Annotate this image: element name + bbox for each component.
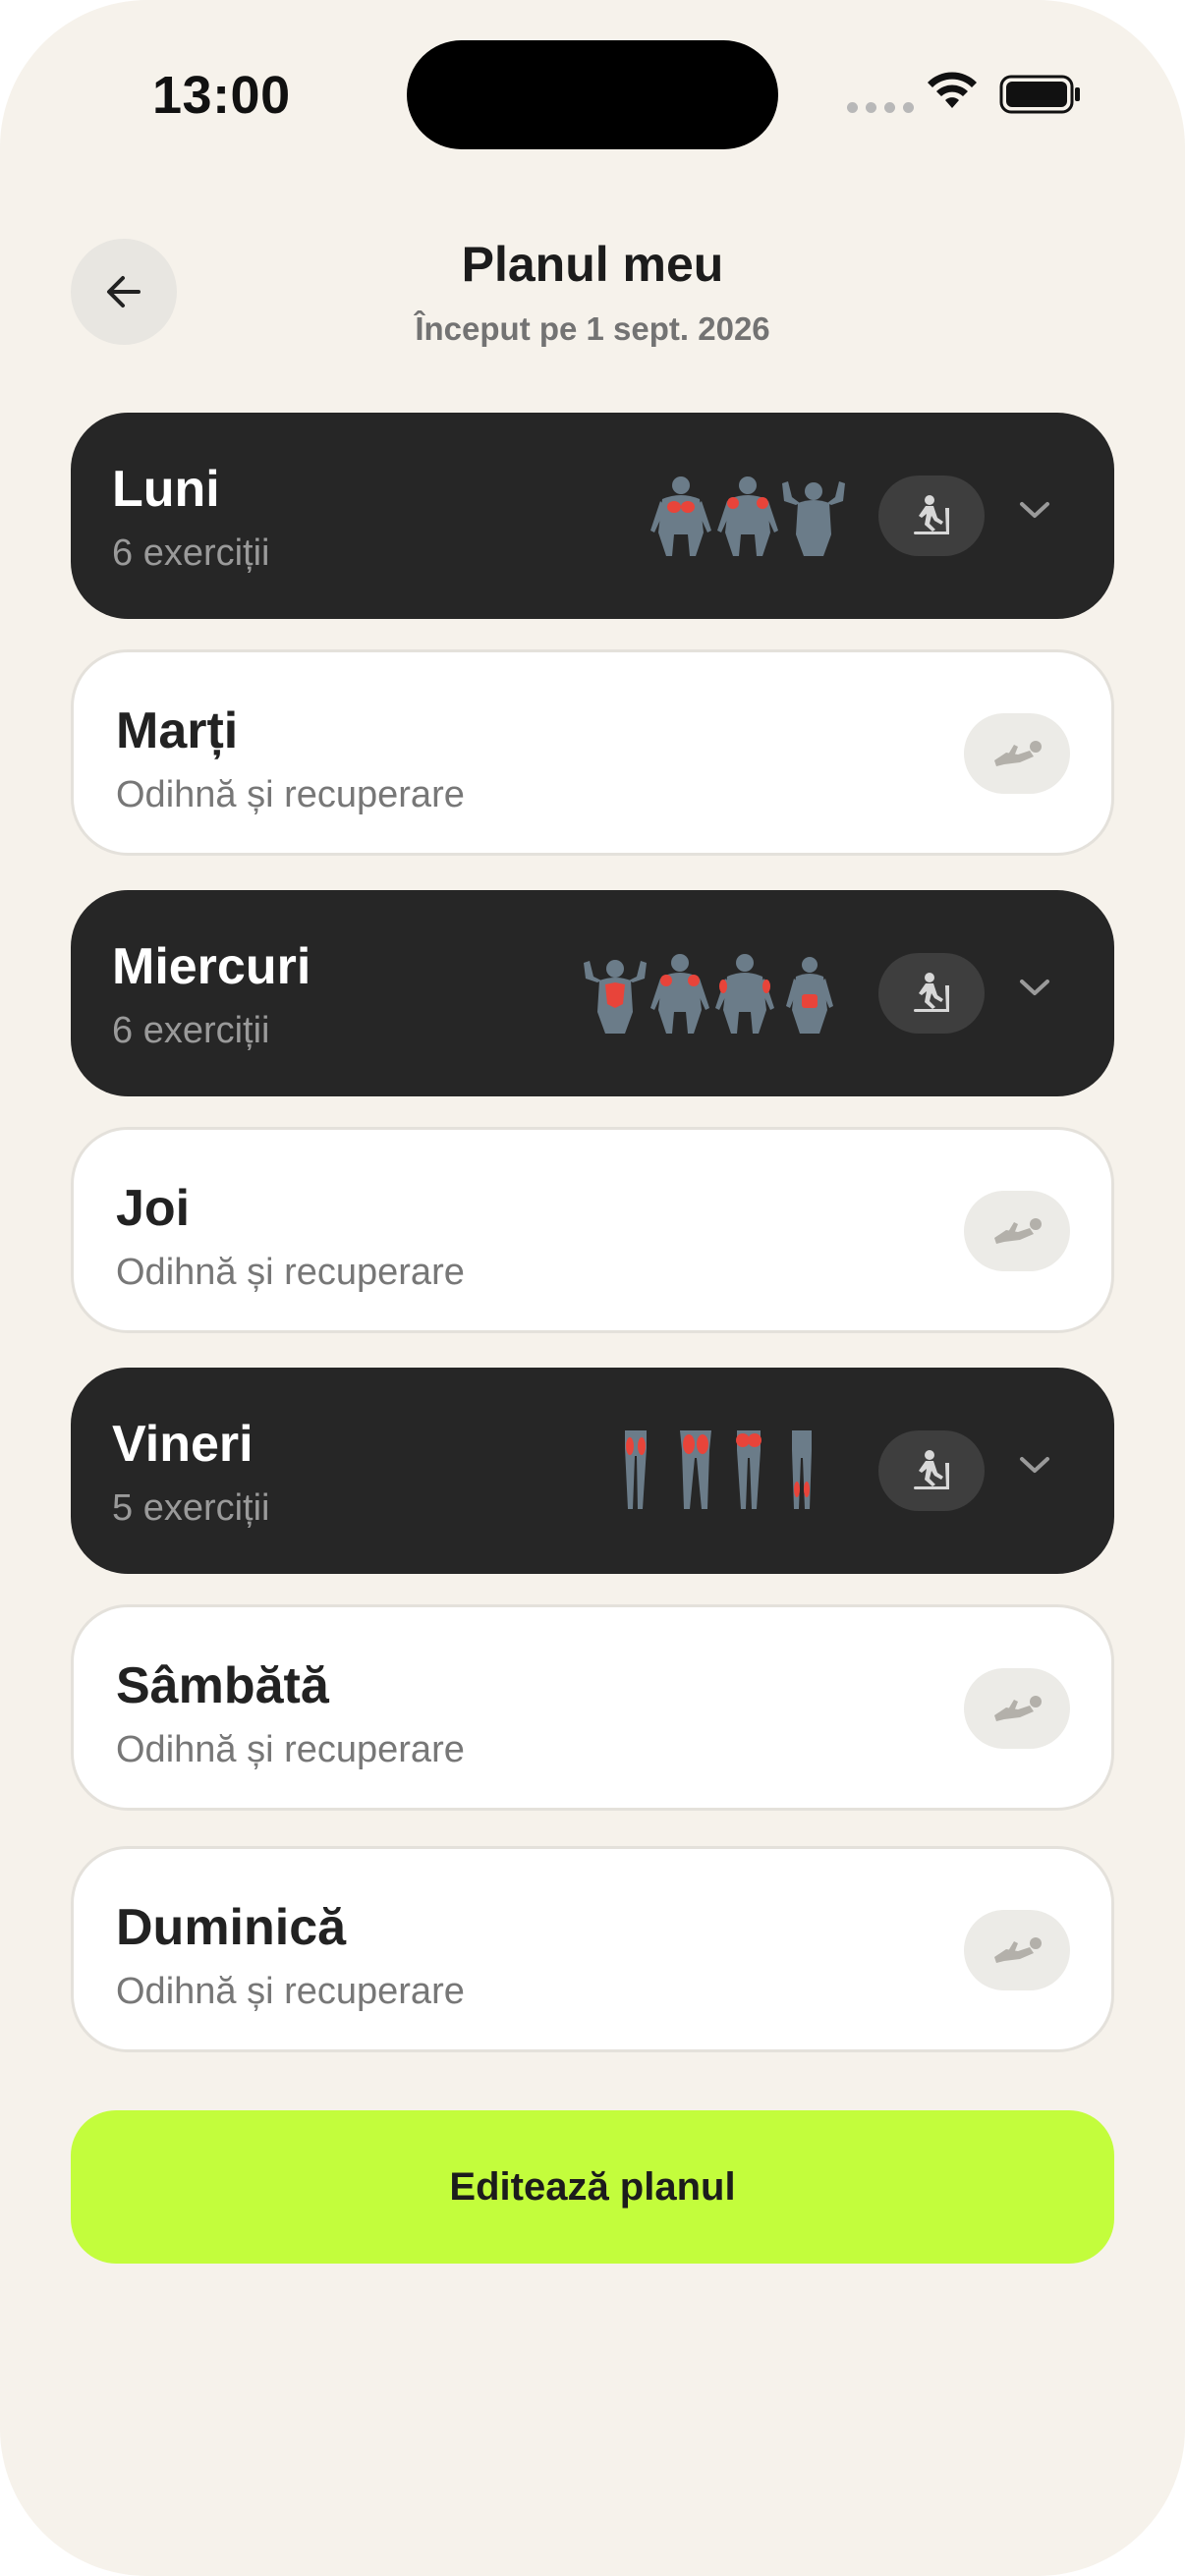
exercise-count: 5 exerciții: [112, 1487, 270, 1529]
exercise-count: 6 exerciții: [112, 532, 270, 574]
chevron-down-icon[interactable]: [1018, 1455, 1051, 1475]
rest-label: Odihnă și recuperare: [116, 1971, 465, 2012]
day-name: Sâmbătă: [116, 1657, 329, 1714]
workout-button[interactable]: [878, 476, 985, 556]
back-muscle-figure-icon: [584, 954, 833, 1034]
treadmill-icon: [914, 973, 949, 1012]
workout-button[interactable]: [878, 953, 985, 1034]
treadmill-icon: [914, 495, 949, 534]
day-card-duminica[interactable]: Duminică Odihnă și recuperare: [71, 1846, 1114, 2052]
muscle-group-figures: [645, 474, 851, 556]
lying-down-icon: [994, 1696, 1042, 1721]
workout-button[interactable]: [878, 1430, 985, 1511]
rest-label: Odihnă și recuperare: [116, 1252, 465, 1293]
day-card-luni[interactable]: Luni 6 exerciții: [71, 413, 1114, 619]
dynamic-island: [407, 40, 778, 149]
treadmill-icon: [914, 1450, 949, 1489]
page-title: Planul meu: [461, 237, 724, 292]
day-name: Luni: [112, 461, 220, 518]
cellular-signal-icon: [847, 102, 914, 113]
day-name: Marți: [116, 702, 239, 759]
muscle-group-figures: [578, 951, 843, 1034]
day-card-joi[interactable]: Joi Odihnă și recuperare: [71, 1127, 1114, 1333]
rest-label: Odihnă și recuperare: [116, 774, 465, 815]
day-name: Miercuri: [112, 938, 311, 995]
chevron-down-icon[interactable]: [1018, 978, 1051, 997]
day-card-sambata[interactable]: Sâmbătă Odihnă și recuperare: [71, 1604, 1114, 1811]
muscle-group-figures: [597, 1428, 843, 1511]
chevron-down-icon[interactable]: [1018, 500, 1051, 520]
day-card-miercuri[interactable]: Miercuri 6 exerciții: [71, 890, 1114, 1096]
battery-icon: [999, 75, 1080, 114]
day-name: Duminică: [116, 1899, 347, 1956]
phone-screen: 13:00 Planul meu Început pe 1 sept. 2026…: [0, 0, 1185, 2576]
chest-muscle-figure-icon: [650, 476, 845, 556]
rest-button[interactable]: [964, 1910, 1070, 1990]
rest-label: Odihnă și recuperare: [116, 1729, 465, 1770]
day-card-marti[interactable]: Marți Odihnă și recuperare: [71, 649, 1114, 856]
legs-muscle-figure-icon: [625, 1430, 812, 1509]
edit-plan-button[interactable]: Editează planul: [71, 2110, 1114, 2264]
day-name: Vineri: [112, 1416, 254, 1473]
exercise-count: 6 exerciții: [112, 1010, 270, 1051]
rest-button[interactable]: [964, 713, 1070, 794]
page-subtitle: Început pe 1 sept. 2026: [415, 310, 770, 347]
lying-down-icon: [994, 741, 1042, 766]
day-card-vineri[interactable]: Vineri 5 exerciții: [71, 1368, 1114, 1574]
lying-down-icon: [994, 1218, 1042, 1244]
rest-button[interactable]: [964, 1668, 1070, 1749]
day-name: Joi: [116, 1180, 191, 1237]
rest-button[interactable]: [964, 1191, 1070, 1271]
lying-down-icon: [994, 1937, 1042, 1963]
wifi-icon: [928, 72, 977, 108]
status-time: 13:00: [152, 66, 291, 125]
